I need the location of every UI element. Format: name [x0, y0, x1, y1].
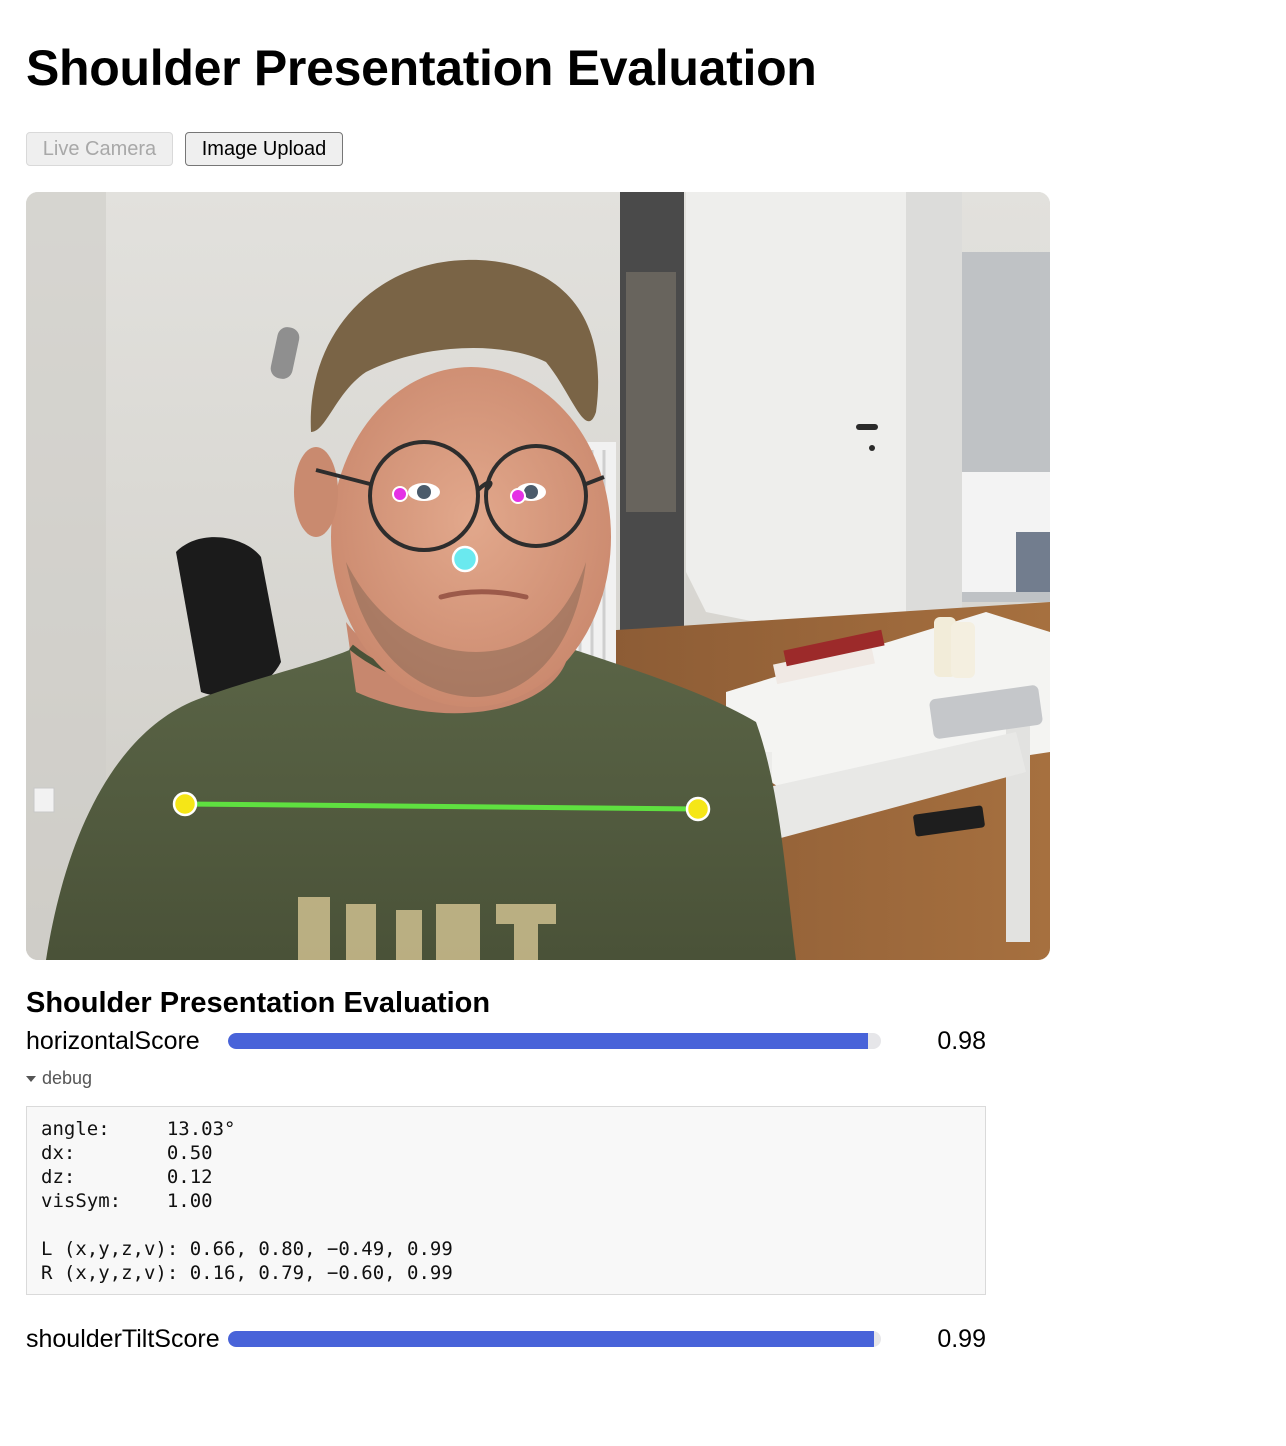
nose-keypoint — [451, 545, 479, 573]
debug-output: angle: 13.03° dx: 0.50 dz: 0.12 visSym: … — [41, 1118, 453, 1284]
metric-bar-track — [228, 1331, 881, 1347]
image-upload-button[interactable]: Image Upload — [185, 132, 343, 166]
page-title: Shoulder Presentation Evaluation — [26, 40, 817, 96]
metric-label: shoulderTiltScore — [26, 1325, 220, 1353]
left-shoulder-keypoint — [172, 791, 198, 817]
metric-value: 0.98 — [937, 1027, 986, 1055]
metric-label: horizontalScore — [26, 1027, 200, 1055]
debug-panel: angle: 13.03° dx: 0.50 dz: 0.12 visSym: … — [26, 1106, 986, 1295]
debug-toggle[interactable]: debug — [26, 1066, 92, 1090]
right-eye-keypoint — [510, 488, 526, 504]
right-shoulder-keypoint — [685, 796, 711, 822]
door — [686, 192, 906, 652]
metric-bar-fill — [228, 1331, 875, 1347]
camera-view — [26, 192, 1050, 960]
evaluation-title: Shoulder Presentation Evaluation — [26, 987, 491, 1019]
metric-bar-track — [228, 1033, 881, 1049]
debug-summary-label: debug — [42, 1068, 93, 1088]
live-camera-button[interactable]: Live Camera — [26, 132, 173, 166]
caret-down-icon — [26, 1076, 36, 1083]
metric-value: 0.99 — [937, 1325, 986, 1353]
metric-bar-fill — [228, 1033, 868, 1049]
pose-scene — [26, 192, 1050, 960]
left-eye-keypoint — [392, 486, 408, 502]
